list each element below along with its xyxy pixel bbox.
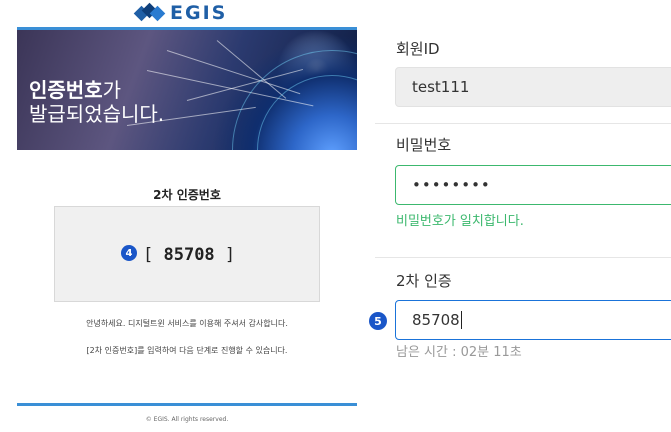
egis-logo: EGIS [133, 2, 228, 24]
password-match-message: 비밀번호가 일치합니다. [396, 214, 524, 229]
code-bracket-close: ] [214, 245, 236, 265]
twofa-label: 2차 인증 [396, 272, 452, 290]
banner-title: 인증번호가 발급되었습니다. [29, 78, 164, 126]
code-heading: 2차 인증번호 [153, 188, 221, 202]
password-field[interactable]: •••••••• [395, 165, 671, 205]
member-id-value: test111 [412, 78, 470, 96]
remaining-time: 남은 시간 : 02분 11초 [396, 345, 522, 360]
member-id-field[interactable]: test111 [395, 67, 671, 107]
code-box: 4 [ 85708 ] [54, 206, 320, 302]
banner-title-bold: 인증번호 [29, 78, 103, 102]
password-value: •••••••• [412, 176, 491, 194]
code-bracket-open: [ [143, 245, 164, 265]
email-preview: EGIS 인증번호가 발급되었습니다. 2차 인증번호 4 [ 85708 ] … [0, 0, 375, 432]
step-marker-4: 4 [121, 245, 137, 261]
logo-text: EGIS [170, 2, 228, 24]
login-form: 회원ID test111 비밀번호 •••••••• 비밀번호가 일치합니다. … [369, 0, 671, 432]
email-bottom-bar [17, 403, 357, 406]
logo-mark-icon [133, 2, 166, 22]
member-id-label: 회원ID [396, 40, 440, 58]
text-caret [460, 311, 462, 329]
divider [375, 257, 671, 258]
step-marker-5: 5 [369, 312, 387, 330]
banner-title-line2: 발급되었습니다. [29, 102, 165, 126]
divider [375, 123, 671, 124]
banner-title-rest: 가 [102, 78, 122, 102]
email-message-2: [2차 인증번호]를 입력하여 다음 단계로 진행할 수 있습니다. [86, 346, 288, 355]
twofa-code-field[interactable]: 85708 [395, 300, 671, 340]
email-message-1: 안녕하세요. 디지털트윈 서비스를 이용해 주셔서 감사합니다. [86, 319, 288, 328]
email-banner: 인증번호가 발급되었습니다. [17, 30, 357, 150]
code-value: 85708 [163, 245, 215, 265]
password-label: 비밀번호 [396, 136, 452, 154]
email-footer: © EGIS. All rights reserved. [145, 416, 229, 423]
verification-code: [ 85708 ] [143, 245, 235, 265]
twofa-code-value: 85708 [412, 311, 460, 329]
